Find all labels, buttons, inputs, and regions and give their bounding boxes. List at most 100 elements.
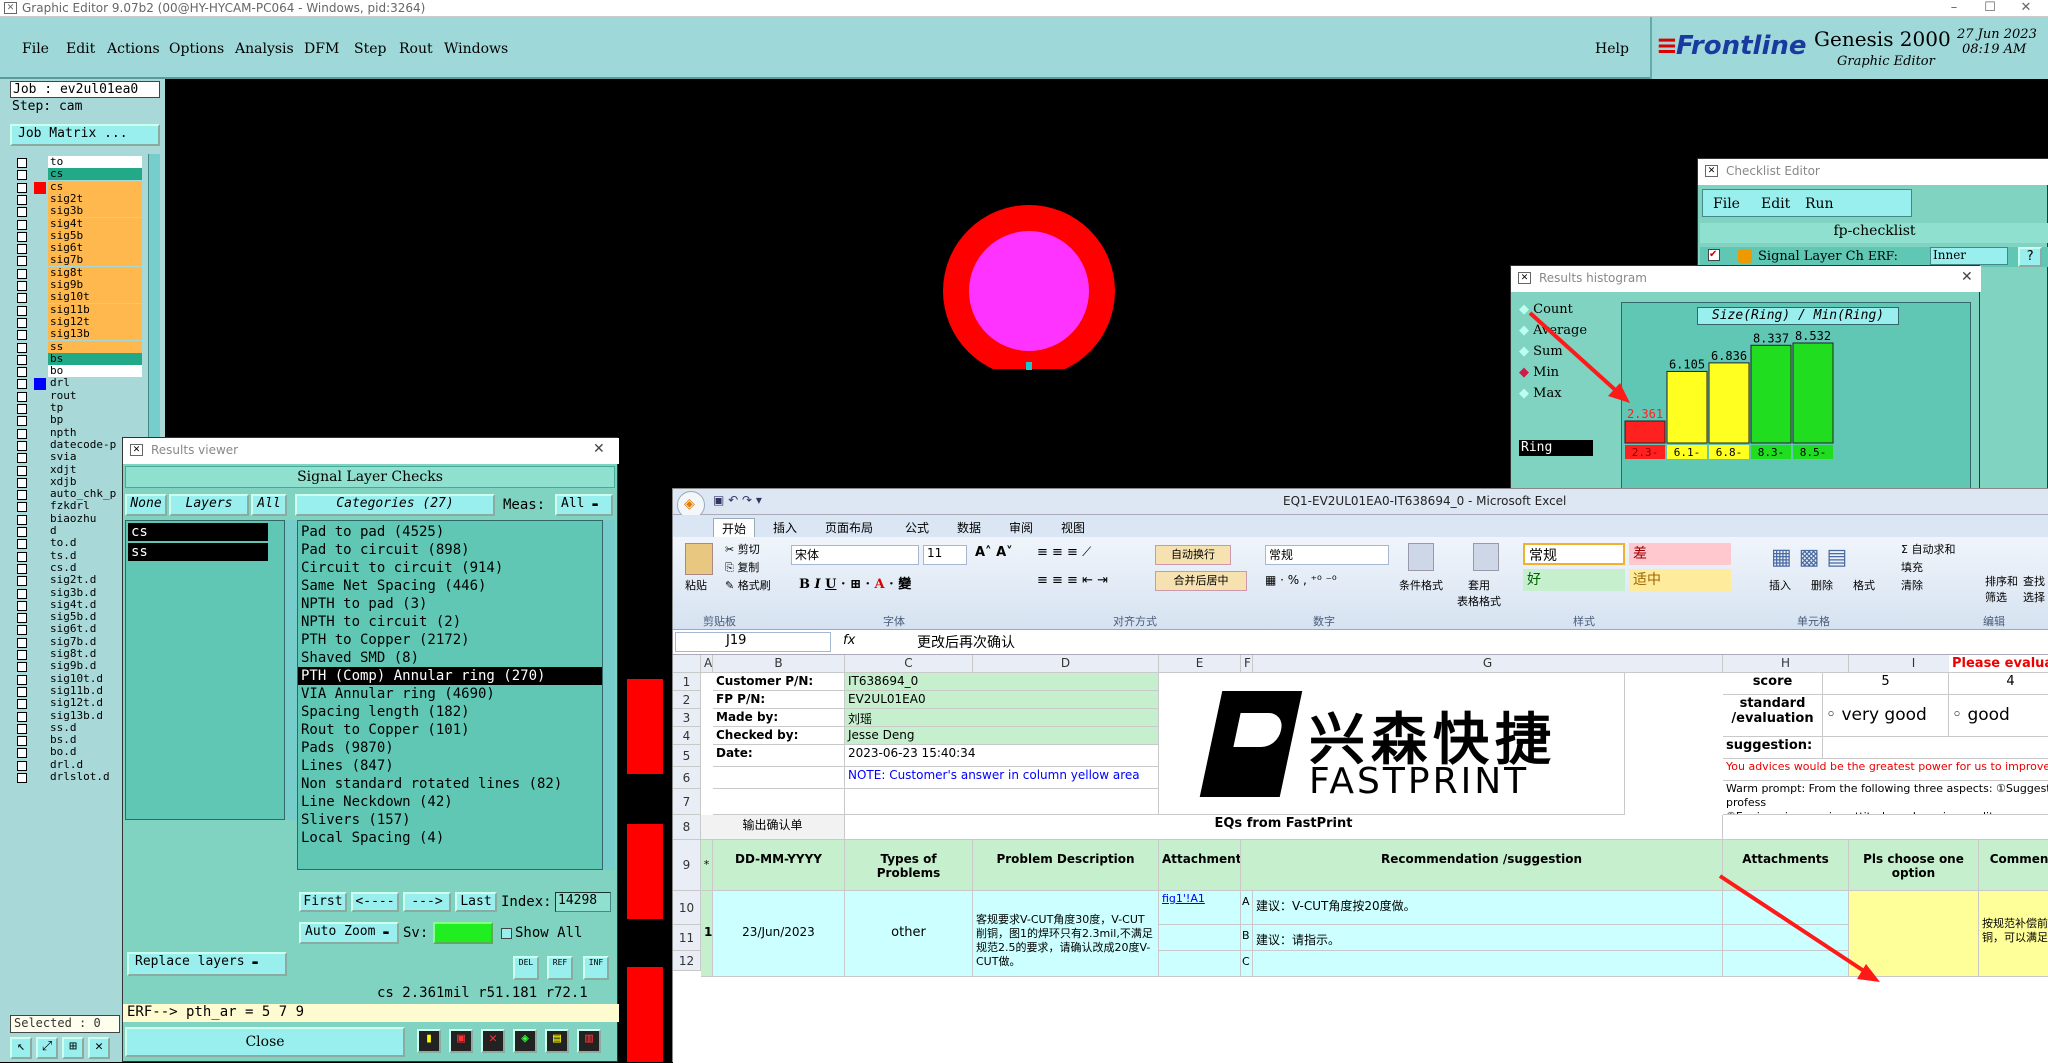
layer-checkbox[interactable] [17,588,27,599]
menu-dfm[interactable]: DFM [304,41,339,57]
histogram-ring-field[interactable]: Ring [1519,440,1593,456]
layer-checkbox[interactable] [17,416,27,427]
category-item[interactable]: PTH to Copper (2172) [298,631,602,649]
rv-category-scrollbar[interactable] [603,520,615,870]
ribbon-tab[interactable]: 公式 [897,518,937,537]
layer-checkbox[interactable] [17,440,27,451]
option-letter[interactable]: A [1241,891,1253,925]
worksheet[interactable]: ABCDEFGHIJ123456789101112Customer P/N:IT… [673,655,2048,1063]
column-header[interactable]: G [1253,655,1723,673]
layer-checkbox[interactable] [17,711,27,722]
histogram-option[interactable]: ◆ Sum [1519,344,1563,362]
rv-tool2-icon[interactable]: ▣ [449,1029,473,1053]
layer-checkbox[interactable] [17,736,27,747]
category-item[interactable]: Same Net Spacing (446) [298,577,602,595]
checklist-menu-edit[interactable]: Edit [1761,196,1790,212]
layer-name[interactable]: bo [48,365,142,378]
layer-name[interactable]: sig6t [48,242,142,255]
row-header[interactable]: 4 [673,727,701,745]
style-bad[interactable]: 差 [1629,543,1731,565]
layer-checkbox[interactable] [17,281,27,291]
delete-cell-button[interactable]: 删除 [1811,577,1833,593]
problem-description[interactable]: 客规要求V-CUT角度30度，V-CUT削铜，图1的焊环只有2.3mil,不满足… [973,891,1159,977]
menu-options[interactable]: Options [169,41,224,57]
rv-first-button[interactable]: First [299,892,347,912]
category-item[interactable]: Pad to circuit (898) [298,541,602,559]
column-header[interactable]: A [701,655,713,673]
rv-prev-button[interactable]: <---- [351,892,399,912]
formula-input[interactable]: 更改后再次确认 [913,632,2043,652]
menu-help[interactable]: Help [1595,41,1629,57]
category-item[interactable]: VIA Annular ring (4690) [298,685,602,703]
rv-layers-button[interactable]: Layers [169,494,249,516]
job-matrix-button[interactable]: Job Matrix ... [10,124,160,146]
row-header[interactable]: 12 [673,951,701,971]
rv-sv-select[interactable] [433,922,493,944]
column-header[interactable]: D [973,655,1159,673]
histogram-bar[interactable] [1708,362,1750,444]
ribbon-tab[interactable]: 开始 [713,518,756,538]
category-item[interactable]: Non standard rotated lines (82) [298,775,602,793]
fill-button[interactable]: 填充 [1901,559,1923,575]
score-label[interactable]: score [1723,673,1823,695]
row-header[interactable]: 9 [673,840,701,891]
layer-checkbox[interactable] [17,502,27,513]
row-header[interactable]: 6 [673,767,701,789]
cut-button[interactable]: ✂ 剪切 [725,541,760,557]
bold-italic-underline-icon[interactable]: B I U · ⊞ · A · 變 [799,573,911,592]
row-header[interactable]: 7 [673,789,701,815]
align-left-icons[interactable]: ≡ ≡ ≡ ⇤ ⇥ [1037,573,1108,588]
info-label[interactable]: Made by: [713,709,845,727]
layer-checkbox[interactable] [17,379,27,390]
layer-checkbox[interactable] [17,465,27,476]
rv-tool1-icon[interactable]: ▮ [417,1029,441,1053]
row-header[interactable]: 3 [673,709,701,727]
rv-ref-icon[interactable]: REF [547,956,573,980]
category-item[interactable]: Shaved SMD (8) [298,649,602,667]
rv-categories-button[interactable]: Categories (27) [295,494,495,516]
layer-checkbox[interactable] [17,699,27,710]
rv-info-icon[interactable]: INF [583,956,609,980]
layer-name[interactable]: rout [48,389,142,402]
layer-name[interactable]: sig7b [48,254,142,267]
select-tool-icon[interactable]: ↖ [10,1037,32,1059]
name-box[interactable]: J19 [675,632,831,652]
layer-name[interactable]: sig9b [48,279,142,291]
option-letter[interactable]: B [1241,925,1253,951]
layer-name[interactable]: sig4t [48,217,142,230]
standard-label[interactable]: standard /evaluation [1723,695,1823,737]
category-item[interactable]: NPTH to pad (3) [298,595,602,613]
histogram-option[interactable]: ◆ Average [1519,323,1587,341]
layer-checkbox[interactable] [17,674,27,685]
layer-checkbox[interactable] [17,514,27,525]
layer-row[interactable]: drlslot.d [12,771,142,786]
layer-checkbox[interactable] [17,477,27,488]
autosum-button[interactable]: Σ 自动求和 [1901,541,1955,557]
font-size-select[interactable]: 11 [923,545,967,565]
rv-layer-scrollbar[interactable] [285,520,297,820]
histogram-bar[interactable] [1750,344,1792,444]
category-item[interactable]: NPTH to circuit (2) [298,613,602,631]
layer-checkbox[interactable] [17,354,27,365]
layer-checkbox[interactable] [17,256,27,267]
wrap-text-button[interactable]: 自动换行 [1155,545,1231,565]
layer-checkbox[interactable] [17,194,27,205]
layer-checkbox[interactable] [17,293,27,304]
layer-checkbox[interactable] [17,625,27,636]
score-4[interactable]: 4 [1949,673,2048,695]
info-label[interactable]: FP P/N: [713,691,845,709]
checklist-row-check-icon[interactable]: ✔ [1708,249,1720,261]
rv-last-button[interactable]: Last [455,892,497,912]
category-item[interactable]: PTH (Comp) Annular ring (270) [298,667,602,685]
histogram-bar[interactable] [1666,370,1708,444]
layer-name[interactable]: bs [48,352,142,365]
ribbon-tab[interactable]: 数据 [949,518,989,537]
column-header[interactable]: F [1241,655,1253,673]
sort-filter-button[interactable]: 排序和 筛选 [1985,573,2018,605]
clear-button[interactable]: 清除 [1901,577,1923,593]
row-header[interactable]: 10 [673,891,701,925]
layer-checkbox[interactable] [17,650,27,660]
layer-checkbox[interactable] [17,539,27,550]
attachments-cell[interactable] [1723,951,1849,977]
rv-tool4-icon[interactable]: ◈ [513,1029,537,1053]
